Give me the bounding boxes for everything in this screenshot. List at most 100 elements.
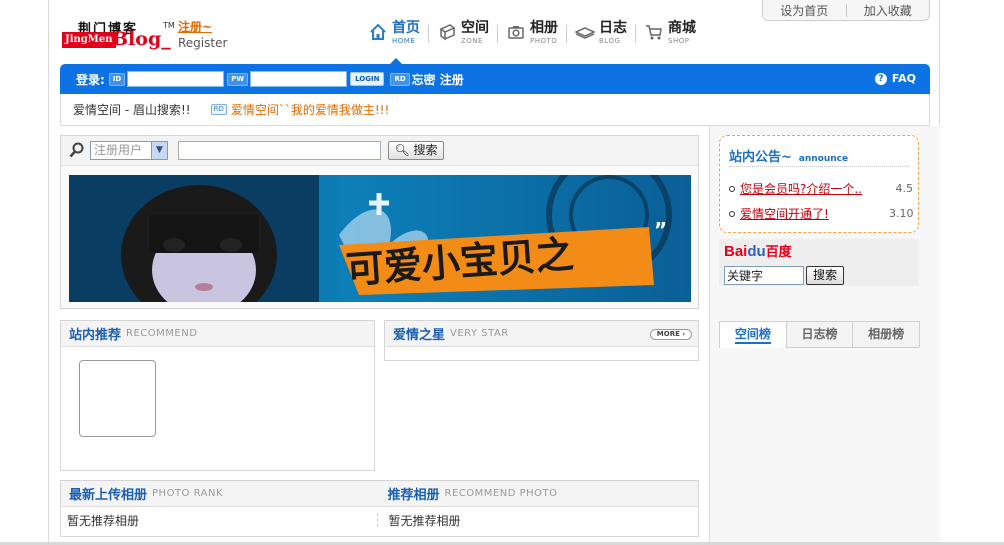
svg-text:”: ” — [654, 218, 667, 242]
set-homepage-link[interactable]: 设为首页 — [763, 2, 846, 19]
username-input[interactable] — [127, 71, 225, 87]
announcement-tilde: ~ — [781, 150, 792, 165]
search-input[interactable] — [178, 141, 381, 160]
bullet-icon — [729, 210, 735, 217]
search-type-value: 注册用户 — [94, 143, 143, 157]
box-subtitle: RECOMMEND PHOTO — [444, 488, 558, 499]
notice-text: 爱情空间 - 眉山搜索!! — [73, 103, 191, 117]
announcement-date: 4.5 — [895, 182, 914, 195]
recommend-albums-header: 推荐相册 RECOMMEND PHOTO — [380, 481, 699, 506]
notice-link[interactable]: 爱情空间``我的爱情我做主!!! — [231, 101, 389, 118]
pw-tag: PW — [227, 72, 249, 86]
register-link[interactable]: 注册 — [440, 71, 464, 88]
announcement-subtitle: announce — [798, 154, 849, 164]
latest-albums-header: 最新上传相册 PHOTO RANK — [61, 481, 380, 506]
logo-register-link[interactable]: 注册~ — [178, 18, 212, 35]
main-nav: 首页 HOME 空间 ZONE 相册 PHOTO 日志 BLOG 商城 SHOP — [360, 20, 704, 54]
announcement-date: 3.10 — [889, 207, 914, 220]
forgot-tag: RD — [390, 72, 410, 86]
login-bar: 登录: ID PW LOGIN RD 忘密 注册 ? FAQ — [60, 64, 930, 94]
nav-item-zone[interactable]: 空间 ZONE — [429, 20, 497, 46]
tab-blog-rank[interactable]: 日志榜 — [785, 321, 854, 347]
chevron-down-icon: ▼ — [151, 142, 167, 159]
box-header: 爱情之星 VERY STAR MORE › — [385, 321, 698, 347]
nav-sublabel: HOME — [392, 37, 416, 45]
faq-label: FAQ — [891, 72, 916, 85]
zone-icon — [437, 22, 457, 42]
login-button[interactable]: LOGIN — [350, 72, 385, 86]
box-title: 站内推荐 — [69, 328, 122, 343]
search-button[interactable]: 🔍︎ 搜索 — [388, 141, 444, 160]
announcement-link[interactable]: 您是会员吗?介绍一个.. — [740, 180, 889, 197]
id-tag: ID — [108, 72, 126, 86]
nav-sublabel: BLOG — [599, 37, 621, 45]
nav-item-photo[interactable]: 相册 PHOTO — [498, 20, 566, 46]
announcement-item[interactable]: 爱情空间开通了! 3.10 — [729, 205, 914, 222]
box-subtitle: PHOTO RANK — [152, 488, 224, 499]
logo-blog: Blog_ — [112, 28, 171, 50]
right-sidebar: 站内公告~ announce 您是会员吗?介绍一个.. 4.5 爱情空间开通了!… — [709, 126, 940, 545]
box-subtitle: VERY STAR — [450, 328, 509, 339]
baidu-search-button[interactable]: 搜索 — [806, 266, 844, 285]
tab-zone-rank[interactable]: 空间榜 — [719, 321, 787, 348]
box-header: 最新上传相册 PHOTO RANK 推荐相册 RECOMMEND PHOTO — [61, 481, 698, 507]
search-icon: 🔍︎ — [394, 143, 410, 157]
nav-label: 日志 — [599, 20, 627, 36]
box-title: 爱情之星 — [393, 328, 446, 343]
book-icon — [575, 22, 595, 42]
baidu-paw-icon: du — [747, 243, 766, 260]
box-header: 站内推荐 RECOMMEND — [61, 321, 374, 347]
box-title: 推荐相册 — [387, 488, 440, 503]
bullet-icon — [729, 185, 735, 192]
announcement-box: 站内公告~ announce 您是会员吗?介绍一个.. 4.5 爱情空间开通了!… — [719, 135, 919, 233]
recommend-albums-empty: 暂无推荐相册 — [376, 513, 699, 528]
page: 设为首页 加入收藏 荆门博客 TM 注册~ JingMen Blog_ Regi… — [0, 0, 1004, 545]
search-type-select[interactable]: 注册用户 ▼ — [90, 141, 168, 160]
latest-albums-empty: 暂无推荐相册 — [67, 513, 140, 528]
announcement-title: 站内公告 — [729, 150, 782, 165]
photo-albums-box: 最新上传相册 PHOTO RANK 推荐相册 RECOMMEND PHOTO 暂… — [60, 480, 699, 537]
nav-sublabel: PHOTO — [530, 37, 558, 45]
login-label: 登录: — [76, 72, 105, 87]
add-favorite-link[interactable]: 加入收藏 — [847, 2, 930, 19]
logo-jingmen: JingMen — [62, 32, 116, 48]
nav-sublabel: SHOP — [668, 37, 690, 45]
box-subtitle: RECOMMEND — [126, 328, 198, 339]
magnifier-icon — [69, 142, 84, 162]
love-star-box: 爱情之星 VERY STAR MORE › — [384, 320, 699, 361]
site-logo[interactable]: 荆门博客 TM 注册~ JingMen Blog_ Register — [62, 18, 242, 52]
nav-label: 首页 — [392, 20, 420, 36]
banner-image[interactable]: 可爱小宝贝之 ” — [69, 175, 691, 302]
nav-label: 商城 — [668, 20, 696, 36]
baidu-logo: Baidu百度 — [724, 243, 792, 260]
main-column: 注册用户 ▼ 🔍︎ 搜索 可爱小宝贝之 ” 站内推荐 RECOMMEND 爱情之… — [60, 126, 708, 545]
logo-register-text: Register — [178, 36, 228, 50]
cart-icon — [644, 22, 664, 42]
nav-item-shop[interactable]: 商城 SHOP — [636, 20, 704, 46]
announcement-link[interactable]: 爱情空间开通了! — [740, 205, 889, 222]
recommend-photo-placeholder[interactable] — [79, 360, 156, 437]
home-icon — [368, 22, 388, 42]
box-body: 暂无推荐相册 暂无推荐相册 — [61, 507, 698, 533]
notice-bar: 爱情空间 - 眉山搜索!! RD 爱情空间``我的爱情我做主!!! — [60, 94, 930, 126]
user-search-panel: 注册用户 ▼ 🔍︎ 搜索 可爱小宝贝之 ” — [60, 135, 699, 309]
nav-item-blog[interactable]: 日志 BLOG — [567, 20, 635, 46]
faq-link[interactable]: ? FAQ — [874, 72, 916, 85]
tab-album-rank[interactable]: 相册榜 — [852, 321, 921, 347]
notice-tag: RD — [210, 104, 227, 115]
announcement-header: 站内公告~ announce — [729, 146, 909, 167]
nav-label: 空间 — [461, 20, 489, 36]
nav-item-home[interactable]: 首页 HOME — [360, 20, 428, 46]
password-input[interactable] — [250, 71, 348, 87]
baidu-search-widget: Baidu百度 搜索 — [719, 239, 919, 286]
camera-icon — [506, 22, 526, 42]
nav-label: 相册 — [530, 20, 558, 36]
baidu-keyword-input[interactable] — [724, 266, 804, 285]
more-button[interactable]: MORE › — [650, 329, 692, 340]
announcement-item[interactable]: 您是会员吗?介绍一个.. 4.5 — [729, 180, 913, 197]
forgot-password-link[interactable]: 忘密 — [412, 71, 436, 88]
site-recommend-box: 站内推荐 RECOMMEND — [60, 320, 375, 471]
search-button-label: 搜索 — [413, 143, 438, 157]
help-icon: ? — [874, 72, 887, 85]
top-links: 设为首页 加入收藏 — [762, 0, 930, 21]
